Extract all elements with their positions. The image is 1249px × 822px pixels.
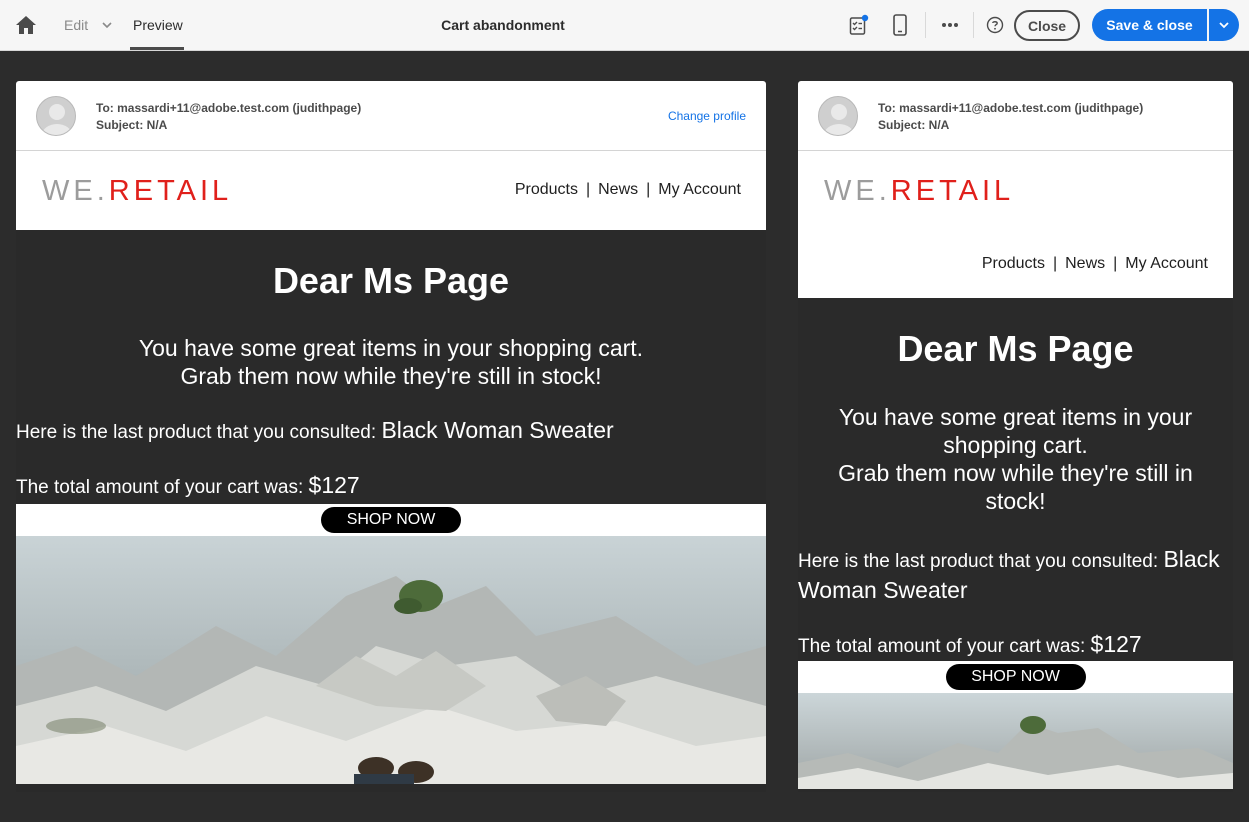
cart-total-value: $127 <box>308 472 360 498</box>
email-header: WE.RETAIL Products | News | My Account <box>798 151 1233 298</box>
nav-link-products[interactable]: Products <box>982 255 1045 272</box>
more-options-icon[interactable] <box>941 22 959 28</box>
product-name: Black Woman Sweater <box>381 417 614 443</box>
save-and-close-button[interactable]: Save & close <box>1092 9 1207 41</box>
avatar <box>818 96 858 136</box>
last-product-text: Here is the last product that you consul… <box>798 546 1220 603</box>
nav-link-my-account[interactable]: My Account <box>658 181 741 198</box>
mobile-preview-icon[interactable] <box>893 14 907 36</box>
we-retail-logo: WE.RETAIL <box>42 175 233 207</box>
recipient-to: To: massardi+11@adobe.test.com (judithpa… <box>878 101 1144 115</box>
email-nav: Products | News | My Account <box>981 255 1208 272</box>
cart-reminder-text: You have some great items in your shoppi… <box>138 335 644 389</box>
nav-link-news[interactable]: News <box>1065 255 1105 272</box>
email-body: Dear Ms Page You have some great items i… <box>16 230 766 504</box>
cta-strip: SHOP NOW <box>798 661 1233 693</box>
email-nav: Products | News | My Account <box>514 181 741 198</box>
avatar <box>36 96 76 136</box>
email-subject: Subject: N/A <box>878 118 950 132</box>
desktop-email-preview: To: massardi+11@adobe.test.com (judithpa… <box>16 81 766 792</box>
recipient-to: To: massardi+11@adobe.test.com (judithpa… <box>96 101 362 115</box>
hero-image <box>798 693 1233 789</box>
shop-now-button[interactable]: SHOP NOW <box>945 664 1086 690</box>
mobile-email-preview: To: massardi+11@adobe.test.com (judithpa… <box>798 81 1233 792</box>
email-header: WE.RETAIL Products | News | My Account <box>16 151 766 230</box>
recipient-header: To: massardi+11@adobe.test.com (judithpa… <box>798 81 1233 151</box>
toolbar-divider <box>973 12 974 38</box>
nav-link-my-account[interactable]: My Account <box>1125 255 1208 272</box>
cart-reminder-text: You have some great items in your shoppi… <box>838 404 1193 514</box>
greeting-heading: Dear Ms Page <box>897 328 1134 369</box>
save-options-dropdown[interactable] <box>1209 9 1239 41</box>
we-retail-logo: WE.RETAIL <box>824 175 1015 207</box>
help-icon[interactable] <box>986 16 1004 34</box>
cart-total-text: The total amount of your cart was: $127 <box>798 631 1142 657</box>
cart-total-text: The total amount of your cart was: $127 <box>16 472 360 498</box>
active-tab-indicator <box>130 47 184 50</box>
last-product-text: Here is the last product that you consul… <box>16 417 614 443</box>
toolbar-divider <box>925 12 926 38</box>
email-subject: Subject: N/A <box>96 118 168 132</box>
email-body: Dear Ms Page You have some great items i… <box>798 298 1233 661</box>
shop-now-button[interactable]: SHOP NOW <box>321 507 461 533</box>
recipient-header: To: massardi+11@adobe.test.com (judithpa… <box>16 81 766 151</box>
top-toolbar: Edit Preview Cart abandonment Close Save… <box>0 0 1249 51</box>
close-button[interactable]: Close <box>1014 10 1080 41</box>
chevron-down-icon <box>1219 22 1229 29</box>
nav-link-products[interactable]: Products <box>515 181 578 198</box>
greeting-heading: Dear Ms Page <box>272 260 510 301</box>
checklist-icon[interactable] <box>849 14 869 36</box>
change-profile-link[interactable]: Change profile <box>668 109 746 123</box>
cart-total-value: $127 <box>1090 631 1142 657</box>
cta-strip: SHOP NOW <box>16 504 766 536</box>
hero-image <box>16 536 766 784</box>
nav-link-news[interactable]: News <box>598 181 638 198</box>
